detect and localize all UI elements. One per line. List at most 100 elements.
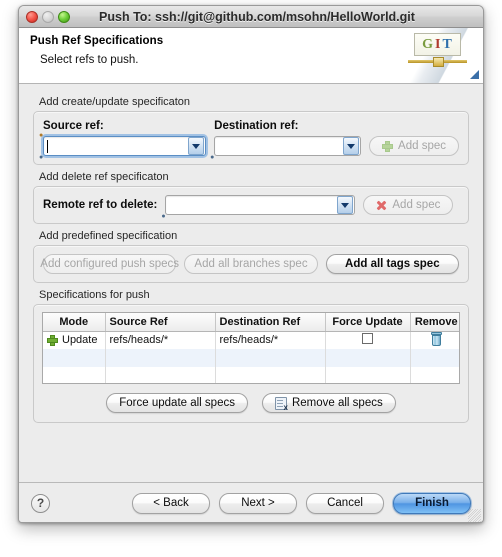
table-row[interactable]: Update refs/heads/* refs/heads/* (43, 331, 459, 349)
decoration-marker-icon: ● (39, 154, 44, 161)
force-update-all-specs-button[interactable]: Force update all specs (106, 393, 248, 413)
remote-ref-to-delete-label: Remote ref to delete: (43, 199, 158, 211)
add-all-tags-spec-label: Add all tags spec (345, 258, 440, 270)
column-header-destination-ref[interactable]: Destination Ref (215, 313, 326, 332)
help-icon[interactable]: ? (31, 493, 50, 513)
decoration-marker-icon: ● (161, 213, 166, 220)
create-update-group-box: Source ref: ● ● Destination ref: ● Add s… (33, 111, 469, 165)
minimize-button[interactable] (42, 11, 54, 23)
add-delete-spec-label: Add spec (392, 199, 441, 211)
cell-mode: Update (43, 331, 106, 349)
force-update-checkbox[interactable] (362, 333, 373, 345)
column-header-mode[interactable]: Mode (43, 313, 106, 332)
cell-force-update (325, 331, 411, 349)
decoration-marker-icon: ● (210, 154, 215, 161)
dialog-footer: ? < Back Next > Cancel Finish (19, 482, 483, 522)
back-button[interactable]: < Back (132, 492, 210, 514)
add-all-tags-spec-button[interactable]: Add all tags spec (325, 254, 459, 274)
window-controls (26, 11, 70, 23)
delete-ref-group-label: Add delete ref specificaton (39, 171, 169, 183)
column-header-remove[interactable]: Remove (410, 313, 459, 332)
cell-source-ref: refs/heads/* (105, 331, 216, 349)
destination-ref-chevron-down-icon[interactable] (343, 137, 360, 155)
next-button-label: Next > (241, 497, 275, 509)
create-update-group: Add create/update specificaton Source re… (33, 96, 469, 165)
finish-button[interactable]: Finish (393, 492, 471, 514)
screenshot-root: Push To: ssh://git@github.com/msohn/Hell… (0, 0, 502, 557)
cell-empty (325, 367, 411, 383)
cell-empty (410, 349, 459, 367)
create-update-fields-row: Source ref: ● ● Destination ref: ● Add s… (39, 120, 459, 161)
git-logo-icon: GIT (414, 33, 461, 56)
content-assist-hint-icon: ● (39, 132, 44, 139)
git-logo-t: T (442, 36, 453, 52)
delete-ref-group: Add delete ref specificaton Remote ref t… (33, 171, 469, 224)
specs-action-buttons-row: Force update all specs Remove all specs (42, 393, 460, 413)
source-ref-label: Source ref: (43, 120, 104, 132)
git-logo-i: I (435, 36, 442, 52)
plus-icon (382, 140, 394, 152)
footer-buttons: < Back Next > Cancel Finish (132, 492, 471, 514)
force-update-all-specs-label: Force update all specs (119, 397, 235, 409)
finish-button-label: Finish (415, 497, 449, 509)
next-button[interactable]: Next > (219, 492, 297, 514)
window-title: Push To: ssh://git@github.com/msohn/Hell… (99, 9, 415, 24)
cell-destination-ref: refs/heads/* (215, 331, 326, 349)
trash-icon[interactable] (430, 331, 442, 346)
predefined-spec-group-box: Add configured push specs Add all branch… (33, 245, 469, 283)
remove-all-specs-button[interactable]: Remove all specs (261, 393, 396, 413)
wizard-body: Add create/update specificaton Source re… (19, 84, 483, 482)
create-update-group-label: Add create/update specificaton (39, 96, 191, 108)
add-delete-spec-button[interactable]: Add spec (363, 195, 454, 215)
resize-grip[interactable] (468, 509, 481, 522)
git-logo-bar-icon (408, 57, 467, 67)
cell-empty (410, 367, 459, 383)
source-ref-chevron-down-icon[interactable] (188, 137, 205, 155)
back-button-label: < Back (153, 497, 189, 509)
cell-remove (410, 331, 459, 349)
mode-cell-content: Update (47, 334, 101, 346)
source-ref-field-group: Source ref: ● ● (39, 120, 207, 161)
cell-empty (105, 349, 216, 367)
plus-icon (47, 334, 58, 346)
specifications-group: Specifications for push Mode Source Ref … (33, 289, 469, 423)
add-all-branches-spec-button[interactable]: Add all branches spec (184, 254, 318, 274)
add-create-update-spec-button[interactable]: Add spec (369, 136, 459, 156)
destination-ref-combo[interactable]: ● (210, 136, 362, 161)
table-header-row: Mode Source Ref Destination Ref Force Up… (43, 313, 459, 332)
window-titlebar[interactable]: Push To: ssh://git@github.com/msohn/Hell… (19, 6, 483, 28)
specifications-group-box: Mode Source Ref Destination Ref Force Up… (33, 304, 469, 423)
delete-ref-group-box: Remote ref to delete: ● Add spec (33, 186, 469, 224)
specifications-table-container[interactable]: Mode Source Ref Destination Ref Force Up… (42, 312, 460, 384)
specifications-group-label: Specifications for push (39, 289, 150, 301)
cell-empty (43, 349, 106, 367)
predefined-spec-group: Add predefined specification Add configu… (33, 230, 469, 283)
column-header-force-update[interactable]: Force Update (325, 313, 411, 332)
document-remove-icon (274, 396, 288, 412)
mode-label: Update (62, 334, 98, 347)
specifications-table: Mode Source Ref Destination Ref Force Up… (43, 313, 459, 383)
remote-ref-chevron-down-icon[interactable] (337, 196, 354, 214)
add-configured-push-specs-label: Add configured push specs (40, 258, 180, 270)
add-configured-push-specs-button[interactable]: Add configured push specs (40, 254, 180, 274)
destination-ref-field-group: Destination ref: ● (210, 120, 362, 161)
git-logo-g: G (422, 36, 435, 52)
cancel-button[interactable]: Cancel (306, 492, 384, 514)
cell-empty (325, 349, 411, 367)
text-caret (47, 140, 48, 153)
source-ref-combo[interactable]: ● ● (39, 132, 207, 161)
destination-ref-label: Destination ref: (214, 120, 299, 132)
predefined-buttons-row: Add configured push specs Add all branch… (40, 254, 459, 274)
add-all-branches-spec-label: Add all branches spec (194, 258, 308, 270)
add-create-update-spec-label: Add spec (398, 140, 446, 152)
table-row-empty (43, 367, 459, 383)
remote-ref-to-delete-combo[interactable]: ● (161, 195, 356, 220)
push-to-dialog-window: Push To: ssh://git@github.com/msohn/Hell… (18, 5, 484, 523)
delete-ref-fields-row: Remote ref to delete: ● Add spec (43, 195, 459, 220)
column-header-source-ref[interactable]: Source Ref (105, 313, 216, 332)
close-button[interactable] (26, 11, 38, 23)
cell-empty (105, 367, 216, 383)
zoom-button[interactable] (58, 11, 70, 23)
cancel-button-label: Cancel (327, 497, 363, 509)
cell-empty (215, 367, 326, 383)
